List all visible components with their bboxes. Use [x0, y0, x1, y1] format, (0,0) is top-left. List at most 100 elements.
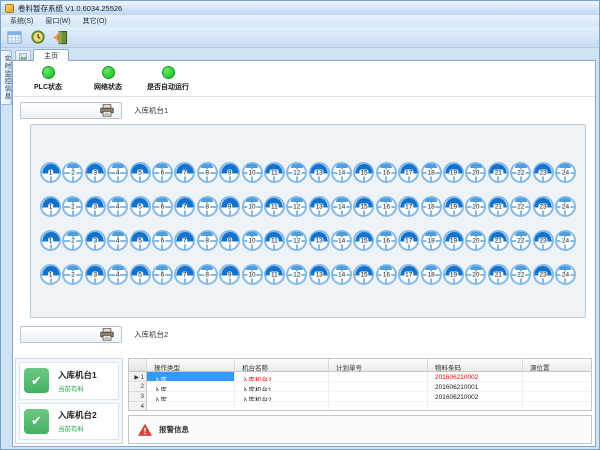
cell-machine-row1[interactable]: 入库机台2 — [235, 372, 329, 382]
cell-barcode-row2[interactable]: 201606210001 — [428, 382, 523, 392]
row-gutter-1[interactable]: ▶ 1 — [129, 372, 147, 382]
slot-circle-14[interactable]: 14 — [331, 162, 352, 183]
clock-icon[interactable] — [28, 28, 47, 46]
cell-plan-row3[interactable] — [329, 392, 428, 402]
slot-circle-21[interactable]: 21 — [488, 264, 509, 285]
slot-circle-17[interactable]: 17 — [398, 196, 419, 217]
menu-window[interactable]: 窗口(W) — [41, 16, 78, 26]
slot-circle-21[interactable]: 21 — [488, 162, 509, 183]
slot-circle-19[interactable]: 19 — [443, 162, 464, 183]
slot-circle-2[interactable]: 2 — [62, 162, 83, 183]
slot-circle-13[interactable]: 13 — [309, 230, 330, 251]
slot-circle-11[interactable]: 11 — [264, 264, 285, 285]
exit-door-icon[interactable] — [51, 28, 70, 46]
slot-circle-8[interactable]: 8 — [197, 162, 218, 183]
slot-circle-5[interactable]: 5 — [130, 264, 151, 285]
cell-plan-row2[interactable] — [329, 382, 428, 392]
slot-circle-3[interactable]: 3 — [85, 230, 106, 251]
column-header-4[interactable]: 源位置 — [523, 359, 592, 372]
slot-circle-23[interactable]: 23 — [533, 230, 554, 251]
slot-circle-1[interactable]: 1 — [40, 264, 61, 285]
slot-circle-9[interactable]: 9 — [219, 264, 240, 285]
slot-circle-20[interactable]: 20 — [465, 230, 486, 251]
slot-circle-6[interactable]: 6 — [152, 162, 173, 183]
slot-circle-24[interactable]: 24 — [555, 162, 576, 183]
menu-system[interactable]: 系统(S) — [6, 16, 41, 26]
slot-circle-8[interactable]: 8 — [197, 196, 218, 217]
slot-circle-4[interactable]: 4 — [107, 264, 128, 285]
slot-circle-7[interactable]: 7 — [174, 162, 195, 183]
cell-machine-row2[interactable]: 入库机台1 — [235, 382, 329, 392]
column-header-0[interactable]: 操作类型 — [147, 359, 235, 372]
cell-plan-row1[interactable] — [329, 372, 428, 382]
slot-circle-14[interactable]: 14 — [331, 264, 352, 285]
slot-circle-20[interactable]: 20 — [465, 196, 486, 217]
cell-source-row2[interactable] — [523, 382, 592, 392]
slot-circle-5[interactable]: 5 — [130, 162, 151, 183]
slot-circle-1[interactable]: 1 — [40, 162, 61, 183]
cell-source-row3[interactable] — [523, 392, 592, 402]
slot-circle-19[interactable]: 19 — [443, 230, 464, 251]
slot-circle-4[interactable]: 4 — [107, 196, 128, 217]
side-dock-tab[interactable]: 实时监控信息 — [1, 50, 12, 105]
slot-circle-3[interactable]: 3 — [85, 196, 106, 217]
slot-circle-7[interactable]: 7 — [174, 264, 195, 285]
slot-circle-6[interactable]: 6 — [152, 264, 173, 285]
column-header-1[interactable]: 机台名称 — [235, 359, 329, 372]
slot-circle-15[interactable]: 15 — [353, 264, 374, 285]
slot-circle-15[interactable]: 15 — [353, 162, 374, 183]
slot-circle-16[interactable]: 16 — [376, 162, 397, 183]
slot-circle-14[interactable]: 14 — [331, 196, 352, 217]
cell-op-row4[interactable] — [147, 402, 235, 411]
cell-machine-row4[interactable] — [235, 402, 329, 411]
slot-circle-21[interactable]: 21 — [488, 196, 509, 217]
slot-circle-22[interactable]: 22 — [510, 264, 531, 285]
slot-circle-23[interactable]: 23 — [533, 196, 554, 217]
slot-circle-13[interactable]: 13 — [309, 196, 330, 217]
slot-circle-19[interactable]: 19 — [443, 196, 464, 217]
menu-other[interactable]: 其它(O) — [79, 16, 115, 26]
slot-circle-9[interactable]: 9 — [219, 162, 240, 183]
slot-circle-15[interactable]: 15 — [353, 196, 374, 217]
slot-circle-22[interactable]: 22 — [510, 230, 531, 251]
slot-circle-3[interactable]: 3 — [85, 162, 106, 183]
slot-circle-15[interactable]: 15 — [353, 230, 374, 251]
slot-circle-5[interactable]: 5 — [130, 196, 151, 217]
slot-circle-13[interactable]: 13 — [309, 264, 330, 285]
slot-circle-8[interactable]: 8 — [197, 264, 218, 285]
slot-circle-10[interactable]: 10 — [242, 162, 263, 183]
slot-circle-18[interactable]: 18 — [421, 162, 442, 183]
slot-circle-10[interactable]: 10 — [242, 196, 263, 217]
machine1-status-card[interactable]: ✔ 入库机台1 当前有料 — [19, 362, 119, 400]
row-gutter-2[interactable]: 2 — [129, 382, 147, 392]
tab-home[interactable]: 主页 — [33, 49, 69, 61]
column-header-2[interactable]: 计划单号 — [329, 359, 428, 372]
cell-op-row3[interactable]: 入库 — [147, 392, 235, 402]
slot-circle-23[interactable]: 23 — [533, 162, 554, 183]
machine2-status-card[interactable]: ✔ 入库机台2 当前有料 — [19, 403, 119, 441]
slot-circle-16[interactable]: 16 — [376, 264, 397, 285]
slot-circle-12[interactable]: 12 — [286, 196, 307, 217]
slot-circle-4[interactable]: 4 — [107, 162, 128, 183]
slot-circle-18[interactable]: 18 — [421, 196, 442, 217]
cell-barcode-row4[interactable] — [428, 402, 523, 411]
slot-circle-24[interactable]: 24 — [555, 264, 576, 285]
slot-circle-9[interactable]: 9 — [219, 196, 240, 217]
slot-circle-22[interactable]: 22 — [510, 162, 531, 183]
slot-circle-14[interactable]: 14 — [331, 230, 352, 251]
slot-circle-17[interactable]: 17 — [398, 264, 419, 285]
slot-circle-1[interactable]: 1 — [40, 196, 61, 217]
slot-circle-17[interactable]: 17 — [398, 162, 419, 183]
slot-circle-12[interactable]: 12 — [286, 230, 307, 251]
cell-barcode-row1[interactable]: 201606210002 — [428, 372, 523, 382]
cell-op-row2[interactable]: 入库 — [147, 382, 235, 392]
machine1-print-bar[interactable] — [20, 102, 122, 119]
slot-circle-20[interactable]: 20 — [465, 162, 486, 183]
slot-circle-16[interactable]: 16 — [376, 230, 397, 251]
slot-circle-11[interactable]: 11 — [264, 162, 285, 183]
slot-circle-18[interactable]: 18 — [421, 264, 442, 285]
slot-circle-12[interactable]: 12 — [286, 264, 307, 285]
slot-circle-5[interactable]: 5 — [130, 230, 151, 251]
slot-circle-22[interactable]: 22 — [510, 196, 531, 217]
cell-op-row1[interactable]: 入库 — [147, 372, 235, 382]
